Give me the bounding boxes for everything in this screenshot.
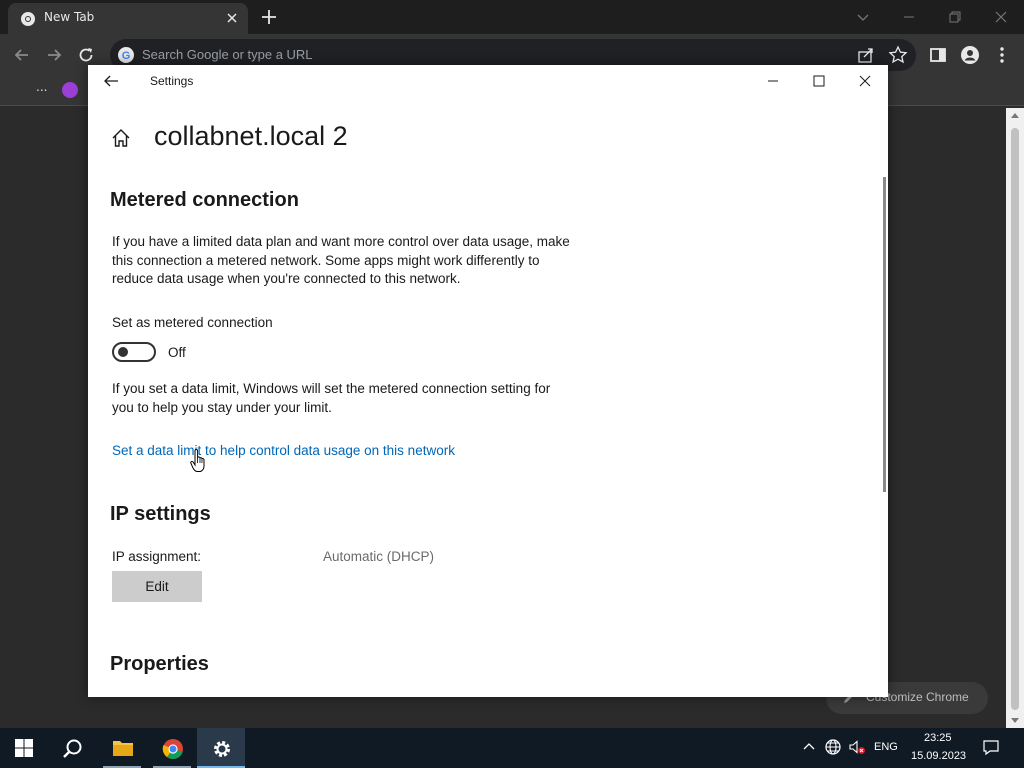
scroll-up-arrow-icon[interactable] bbox=[1011, 113, 1019, 118]
clock-date[interactable]: 15.09.2023 bbox=[911, 750, 966, 762]
tab-new-tab[interactable]: New Tab bbox=[8, 3, 248, 34]
notifications-icon[interactable] bbox=[982, 738, 1000, 756]
home-icon[interactable] bbox=[110, 127, 132, 149]
search-icon bbox=[63, 739, 82, 758]
ip-assignment-value: Automatic (DHCP) bbox=[323, 549, 435, 564]
chrome-minimize-icon[interactable] bbox=[898, 6, 920, 28]
input-language[interactable]: ENG bbox=[874, 741, 898, 753]
settings-window-title: Settings bbox=[150, 74, 194, 88]
ip-edit-button[interactable]: Edit bbox=[112, 571, 202, 602]
scroll-down-arrow-icon[interactable] bbox=[1011, 718, 1019, 723]
folder-icon bbox=[113, 741, 133, 756]
start-button[interactable] bbox=[0, 728, 48, 768]
metered-toggle-label: Set as metered connection bbox=[112, 315, 273, 330]
hand-cursor-icon bbox=[190, 449, 205, 472]
tab-search-chevron-icon[interactable] bbox=[852, 6, 874, 28]
bookmarks-overflow[interactable]: ... bbox=[36, 80, 47, 94]
properties-title: Properties bbox=[110, 653, 209, 675]
forward-arrow-icon[interactable] bbox=[44, 45, 64, 65]
toggle-knob bbox=[118, 347, 128, 357]
tab-title: New Tab bbox=[44, 10, 95, 24]
svg-text:G: G bbox=[122, 50, 131, 62]
google-g-icon: G bbox=[118, 47, 134, 63]
new-tab-plus-icon[interactable] bbox=[260, 8, 278, 26]
metered-connection-toggle[interactable] bbox=[112, 342, 156, 362]
tab-close-icon[interactable] bbox=[224, 10, 240, 26]
settings-maximize-icon[interactable] bbox=[809, 71, 829, 91]
chrome-close-icon[interactable] bbox=[990, 6, 1012, 28]
network-globe-icon[interactable] bbox=[824, 738, 842, 756]
windows-logo-icon bbox=[15, 739, 33, 757]
taskbar-file-explorer[interactable] bbox=[98, 728, 146, 768]
clock-time[interactable]: 23:25 bbox=[924, 732, 952, 744]
share-icon[interactable] bbox=[856, 45, 876, 65]
taskbar-settings[interactable] bbox=[197, 728, 245, 768]
metered-description: If you have a limited data plan and want… bbox=[112, 234, 570, 286]
settings-window: Settings collabnet.local 2 Metered conne… bbox=[88, 65, 888, 697]
omnibox-placeholder: Search Google or type a URL bbox=[142, 47, 313, 62]
settings-minimize-icon[interactable] bbox=[763, 71, 783, 91]
chrome-tab-strip: New Tab bbox=[0, 0, 1024, 34]
toggle-state-label: Off bbox=[168, 345, 186, 360]
bookmark-favicon-icon[interactable] bbox=[62, 82, 78, 98]
data-limit-note: If you set a data limit, Windows will se… bbox=[112, 381, 551, 415]
chrome-restore-icon[interactable] bbox=[944, 6, 966, 28]
side-panel-icon[interactable] bbox=[928, 45, 948, 65]
ip-settings-title: IP settings bbox=[110, 503, 211, 525]
volume-muted-icon[interactable] bbox=[848, 738, 866, 756]
back-arrow-icon[interactable] bbox=[102, 73, 120, 89]
windows-taskbar: ENG 23:25 15.09.2023 bbox=[0, 728, 1024, 768]
page-scrollbar-thumb[interactable] bbox=[1011, 128, 1019, 710]
settings-titlebar: Settings bbox=[88, 65, 888, 97]
tray-chevron-up-icon[interactable] bbox=[800, 738, 818, 756]
set-data-limit-link[interactable]: Set a data limit to help control data us… bbox=[112, 443, 455, 458]
bookmark-star-icon[interactable] bbox=[888, 45, 908, 65]
reload-icon[interactable] bbox=[76, 45, 96, 65]
gear-icon bbox=[214, 741, 230, 757]
ip-assignment-label: IP assignment: bbox=[112, 549, 202, 564]
taskbar-chrome[interactable] bbox=[148, 728, 196, 768]
profile-avatar-icon[interactable] bbox=[960, 45, 980, 65]
taskbar-search-button[interactable] bbox=[48, 728, 96, 768]
settings-close-icon[interactable] bbox=[855, 71, 875, 91]
back-arrow-icon[interactable] bbox=[12, 45, 32, 65]
page-scrollbar[interactable] bbox=[1006, 108, 1024, 728]
chrome-menu-icon[interactable] bbox=[992, 45, 1012, 65]
page-title: collabnet.local 2 bbox=[154, 121, 348, 151]
metered-connection-title: Metered connection bbox=[110, 189, 299, 211]
chrome-favicon-icon bbox=[21, 12, 35, 26]
chrome-logo-icon bbox=[162, 739, 183, 760]
settings-scrollbar[interactable] bbox=[883, 177, 886, 492]
